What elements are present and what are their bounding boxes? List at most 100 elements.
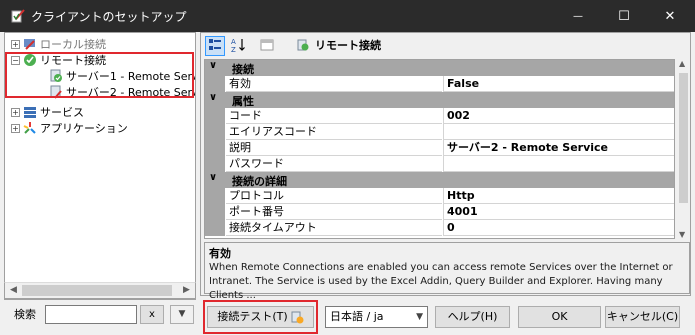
help-button[interactable]: ヘルプ(H) [435, 306, 510, 328]
row-margin [205, 220, 225, 236]
categorized-view-button[interactable] [205, 36, 225, 56]
search-label: 検索 [14, 308, 36, 321]
maximize-button[interactable]: ☐ [601, 0, 647, 32]
description-pane: 有効 When Remote Connections are enabled y… [204, 242, 690, 301]
services-icon [23, 105, 37, 119]
search-dropdown-button[interactable]: ▼ [170, 305, 194, 324]
search-input[interactable] [45, 305, 137, 324]
chevron-down-icon[interactable]: ∨ [209, 60, 217, 71]
property-panel: AZ リモート接続 ∨ 接続 有効 False ∨ 属性 コード 002 エイリ… [200, 32, 691, 301]
applications-icon [23, 121, 37, 135]
tree-item-label: アプリケーション [40, 122, 128, 135]
chevron-down-icon[interactable]: ∨ [209, 92, 217, 103]
property-row[interactable]: 説明 サーバー2 - Remote Service [205, 140, 674, 156]
property-row[interactable]: プロトコル Http [205, 188, 674, 204]
scroll-up-icon[interactable]: ▲ [679, 59, 685, 68]
remote-connection-icon [297, 39, 309, 51]
property-name: 接続タイムアウト [226, 220, 442, 236]
property-row[interactable]: コード 002 [205, 108, 674, 124]
row-margin [205, 76, 225, 92]
expand-icon[interactable]: + [11, 39, 20, 49]
property-value[interactable]: 4001 [443, 204, 674, 220]
tree-item-label: ローカル接続 [40, 38, 106, 51]
property-name: パスワード [226, 156, 442, 172]
local-connection-icon [23, 37, 37, 51]
property-name: ポート番号 [226, 204, 442, 220]
categorized-icon [208, 38, 222, 55]
row-margin [205, 124, 225, 140]
property-value[interactable]: 0 [443, 220, 674, 236]
app-icon [10, 8, 26, 24]
highlight-box [203, 300, 318, 334]
category-label: 属性 [232, 95, 254, 108]
chevron-down-icon[interactable]: ∨ [209, 172, 217, 183]
maximize-icon: ☐ [618, 8, 630, 24]
category-connection-details[interactable]: ∨ 接続の詳細 [205, 172, 674, 188]
row-margin [205, 188, 225, 204]
category-connection[interactable]: ∨ 接続 [205, 60, 674, 76]
language-value: 日本語 / ja [330, 310, 384, 323]
chevron-down-icon: ▼ [178, 309, 186, 319]
row-margin [205, 108, 225, 124]
row-margin [205, 156, 225, 172]
property-value[interactable] [443, 124, 674, 140]
row-margin [205, 204, 225, 220]
property-name: プロトコル [226, 188, 442, 204]
property-pages-icon [260, 38, 274, 55]
chevron-down-icon: ▼ [416, 312, 423, 322]
close-button[interactable]: ✕ [647, 0, 693, 32]
scroll-right-icon[interactable]: ▶ [178, 283, 195, 298]
tree-item-applications[interactable]: + アプリケーション [11, 120, 128, 136]
expand-icon[interactable]: + [11, 107, 20, 117]
property-name: 説明 [226, 140, 442, 156]
property-row[interactable]: ポート番号 4001 [205, 204, 674, 220]
title-bar[interactable]: クライアントのセットアップ — ☐ ✕ [0, 0, 695, 32]
setup-window: クライアントのセットアップ — ☐ ✕ + ローカル接続 − リモート接続 サー… [0, 0, 695, 335]
expand-icon[interactable]: + [11, 123, 20, 133]
property-row[interactable]: パスワード [205, 156, 674, 172]
property-grid[interactable]: ∨ 接続 有効 False ∨ 属性 コード 002 エイリアスコード 説明 サ… [204, 59, 675, 239]
ok-button[interactable]: OK [518, 306, 601, 328]
property-value[interactable]: 002 [443, 108, 674, 124]
section-title-text: リモート接続 [315, 39, 381, 52]
property-name: コード [226, 108, 442, 124]
property-value[interactable]: False [443, 76, 674, 92]
property-pages-button[interactable] [257, 36, 277, 56]
property-value[interactable] [443, 156, 674, 172]
property-value[interactable]: Http [443, 188, 674, 204]
clear-search-button[interactable]: x [140, 305, 164, 324]
svg-text:Z: Z [231, 46, 236, 53]
minimize-button[interactable]: — [555, 0, 601, 32]
category-label: 接続の詳細 [232, 175, 287, 188]
property-row[interactable]: 有効 False [205, 76, 674, 92]
tree-item-local[interactable]: + ローカル接続 [11, 36, 106, 52]
sort-az-icon: AZ [230, 37, 246, 56]
scrollbar-thumb[interactable] [22, 285, 172, 296]
language-select[interactable]: 日本語 / ja ▼ [325, 306, 428, 328]
tree-horizontal-scrollbar[interactable]: ◀ ▶ [4, 282, 196, 299]
description-text: When Remote Connections are enabled you … [209, 262, 673, 301]
property-name: エイリアスコード [226, 124, 442, 140]
property-name: 有効 [226, 76, 442, 92]
property-row[interactable]: エイリアスコード [205, 124, 674, 140]
tree-item-label: サービス [40, 106, 84, 119]
close-icon: ✕ [664, 8, 676, 24]
grid-vertical-scrollbar[interactable]: ▲ ▼ [677, 59, 690, 239]
scroll-down-icon[interactable]: ▼ [679, 230, 685, 239]
scroll-left-icon[interactable]: ◀ [5, 283, 22, 298]
property-value[interactable]: サーバー2 - Remote Service [443, 140, 674, 156]
tree-item-services[interactable]: + サービス [11, 104, 84, 120]
window-title: クライアントのセットアップ [31, 10, 187, 24]
row-margin [205, 140, 225, 156]
description-title: 有効 [209, 247, 231, 260]
category-label: 接続 [232, 63, 254, 76]
scrollbar-thumb[interactable] [679, 73, 688, 203]
category-attributes[interactable]: ∨ 属性 [205, 92, 674, 108]
alphabetical-view-button[interactable]: AZ [228, 36, 248, 56]
selected-node-title: リモート接続 [297, 37, 381, 53]
property-row[interactable]: 接続タイムアウト 0 [205, 220, 674, 236]
minimize-icon: — [573, 10, 583, 22]
highlight-box [5, 52, 194, 98]
cancel-button[interactable]: キャンセル(C) [605, 306, 680, 328]
svg-text:A: A [231, 38, 236, 46]
